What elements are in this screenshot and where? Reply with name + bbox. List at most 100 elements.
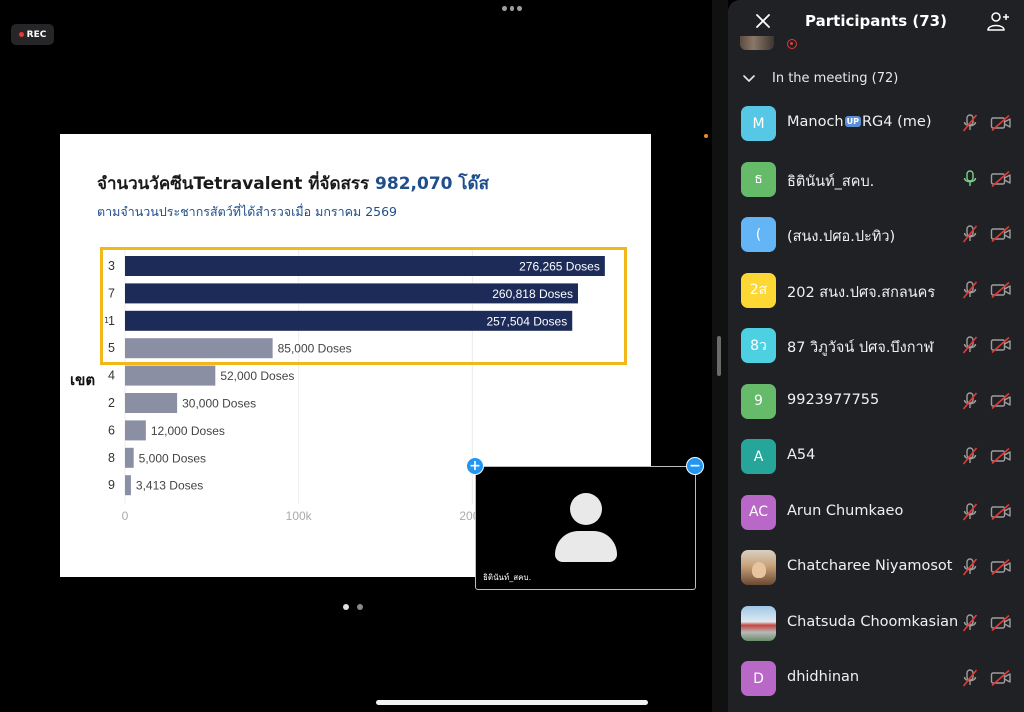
participant-row[interactable]: A A54 xyxy=(728,431,1024,486)
camera-off-icon[interactable] xyxy=(990,447,1012,465)
category-label: 9 xyxy=(108,478,115,492)
recording-dot-icon xyxy=(18,32,24,37)
data-label: 5,000 Doses xyxy=(139,451,206,465)
highlight-fragment: 1 xyxy=(104,316,110,325)
mic-muted-icon[interactable] xyxy=(961,335,979,355)
participant-name: Arun Chumkaeo xyxy=(787,502,904,519)
bar xyxy=(125,475,131,496)
mic-muted-icon[interactable] xyxy=(961,446,979,466)
participant-avatar xyxy=(741,550,776,585)
data-label: 3,413 Doses xyxy=(136,479,203,493)
participant-avatar: D xyxy=(741,661,776,696)
avatar-placeholder-body xyxy=(555,531,617,562)
mic-muted-icon[interactable] xyxy=(961,280,979,300)
mic-muted-icon[interactable] xyxy=(961,668,979,688)
camera-off-icon[interactable] xyxy=(990,558,1012,576)
in-meeting-section-header[interactable]: In the meeting (72) xyxy=(742,71,898,86)
top-regions-highlight-box xyxy=(100,247,627,365)
category-label: 2 xyxy=(108,396,115,410)
participants-title: Participants (73) xyxy=(805,12,947,30)
bar xyxy=(125,365,216,386)
category-label: 8 xyxy=(108,451,115,465)
participant-avatar: AC xyxy=(741,494,776,530)
participant-row[interactable]: M Manoch UP RG4 (me) xyxy=(728,98,1024,153)
camera-off-icon[interactable] xyxy=(990,170,1012,188)
data-label: 30,000 Doses xyxy=(182,397,256,411)
participant-name: 9923977755 xyxy=(787,391,880,408)
recording-indicator: REC xyxy=(11,24,54,45)
mic-muted-icon[interactable] xyxy=(961,224,979,244)
self-video-name: ธิตินันท์_สคบ. xyxy=(483,573,532,582)
camera-off-icon[interactable] xyxy=(990,114,1012,132)
participant-name: dhidhinan xyxy=(787,669,860,685)
camera-off-icon[interactable] xyxy=(990,503,1012,521)
bar xyxy=(125,393,178,413)
x-tick-label: 0 xyxy=(122,509,129,523)
participant-name-part: Manoch xyxy=(787,114,844,130)
meeting-stage: REC จำนวนวัคซีนTetravalent ที่จัดสรร 982… xyxy=(0,0,712,712)
participant-name: Chatsuda Choomkasian xyxy=(787,613,959,630)
participant-avatar: ธ xyxy=(741,161,776,197)
participant-row[interactable]: ธ ธิตินันท์_สคบ. xyxy=(728,154,1024,209)
recording-label: REC xyxy=(26,29,47,40)
camera-off-icon[interactable] xyxy=(990,392,1012,410)
split-view-divider[interactable] xyxy=(712,0,728,712)
participant-avatar xyxy=(741,605,776,641)
divider-grip-handle[interactable] xyxy=(717,336,721,376)
participant-avatar: ( xyxy=(741,217,776,252)
section-label: In the meeting (72) xyxy=(772,71,899,86)
participant-row[interactable]: 2ส 202 สนง.ปศจ.สกลนคร xyxy=(728,265,1024,320)
participant-row[interactable]: Chatsuda Choomkasian xyxy=(728,598,1024,653)
mic-muted-icon[interactable] xyxy=(961,502,979,522)
camera-off-icon[interactable] xyxy=(990,336,1012,354)
camera-off-icon[interactable] xyxy=(990,669,1012,687)
participant-name: 87 วิภูวัจน์ ปศจ.บึงกาฬ xyxy=(787,340,934,356)
participant-name: A54 xyxy=(787,447,816,463)
page-dot-1[interactable] xyxy=(343,604,349,610)
participant-name: 202 สนง.ปศจ.สกลนคร xyxy=(787,284,936,301)
camera-in-use-dot xyxy=(704,134,708,138)
participant-name: (สนง.ปศอ.ปะทิว) xyxy=(787,229,896,245)
mic-muted-icon[interactable] xyxy=(961,391,979,411)
participant-name: ธิตินันท์_สคบ. xyxy=(787,173,875,190)
participant-name: Chatcharee Niyamosot xyxy=(787,558,953,574)
participant-row[interactable]: AC Arun Chumkaeo xyxy=(728,487,1024,542)
camera-off-icon[interactable] xyxy=(990,614,1012,632)
mic-muted-icon[interactable] xyxy=(961,557,979,577)
participant-avatar: 9 xyxy=(741,383,776,419)
participant-row[interactable]: 8ว 87 วิภูวัจน์ ปศจ.บึงกาฬ xyxy=(728,320,1024,375)
camera-off-icon[interactable] xyxy=(990,225,1012,243)
home-indicator-bar[interactable] xyxy=(376,700,648,705)
bar xyxy=(125,447,134,468)
add-participant-icon[interactable] xyxy=(986,10,1010,32)
more-options-icon[interactable] xyxy=(502,6,523,14)
page-dot-2[interactable] xyxy=(357,604,363,610)
chevron-down-icon[interactable] xyxy=(742,74,756,84)
row-axis-label: เขต xyxy=(70,371,96,389)
data-label: 12,000 Doses xyxy=(151,424,225,438)
mic-muted-icon[interactable] xyxy=(961,113,979,133)
participant-avatar: 8ว xyxy=(741,328,776,363)
participant-row[interactable]: Chatcharee Niyamosot xyxy=(728,542,1024,597)
participant-row[interactable]: Ddhidhinan xyxy=(728,653,1024,708)
category-label: 4 xyxy=(108,369,115,383)
x-tick-label: 100k xyxy=(286,509,313,523)
participant-avatar: M xyxy=(741,106,776,141)
data-label: 52,000 Doses xyxy=(220,369,294,383)
participant-name: Manoch UP RG4 (me) xyxy=(787,114,932,130)
mic-muted-icon[interactable] xyxy=(961,613,979,633)
participant-name-part: RG4 (me) xyxy=(861,114,932,130)
avatar-placeholder-head xyxy=(570,493,602,525)
host-avatar xyxy=(740,36,774,50)
mic-on-icon[interactable] xyxy=(961,169,979,189)
participant-avatar: 2ส xyxy=(741,272,776,308)
participant-row[interactable]: 9 9923977755 xyxy=(728,376,1024,431)
camera-off-icon[interactable] xyxy=(990,281,1012,299)
page-indicator[interactable] xyxy=(343,604,363,610)
participants-panel: Participants (73) In the meeting (72) MM… xyxy=(728,0,1024,712)
minimize-video-button[interactable]: − xyxy=(686,457,704,475)
participant-row[interactable]: ( (สนง.ปศอ.ปะทิว) xyxy=(728,209,1024,264)
participant-avatar: A xyxy=(741,439,776,474)
expand-video-button[interactable]: + xyxy=(466,457,484,475)
floating-self-video[interactable]: ธิตินันท์_สคบ. xyxy=(475,466,696,590)
